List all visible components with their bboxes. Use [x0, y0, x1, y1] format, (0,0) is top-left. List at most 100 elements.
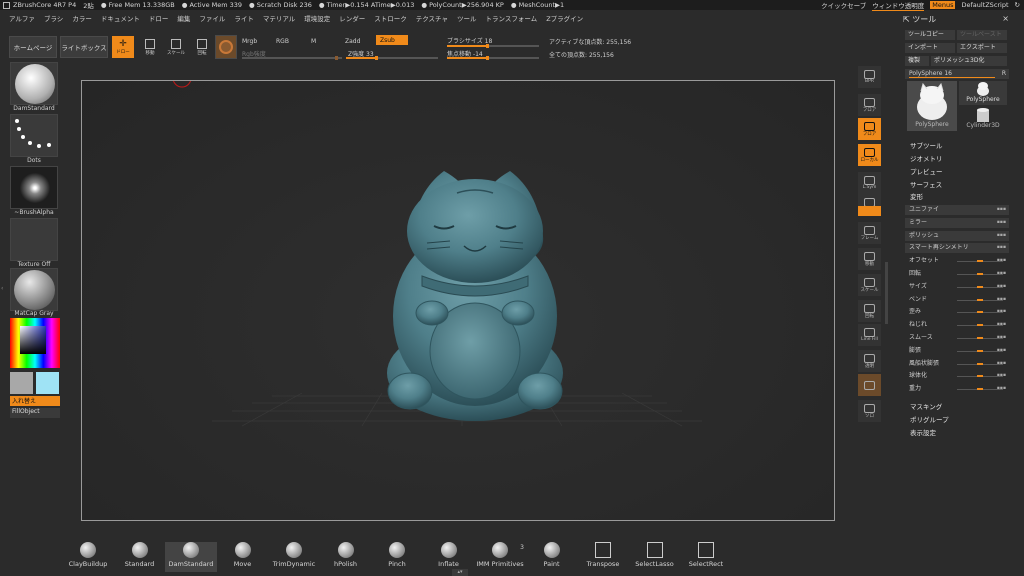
- deform-row[interactable]: スマート再シンメトリ ▪▪▪: [905, 243, 1009, 254]
- xyz-axis-toggle-icon[interactable]: ▪▪▪: [997, 282, 1006, 292]
- xyz-axis-toggle-icon[interactable]: ▪▪▪: [997, 333, 1006, 343]
- subtool-section[interactable]: サブツール: [910, 140, 943, 150]
- secondary-color-swatch[interactable]: [36, 372, 59, 394]
- color-square[interactable]: [20, 326, 46, 354]
- xyz-axis-toggle-icon[interactable]: ▪▪▪: [997, 346, 1006, 356]
- rightshelf-move-button[interactable]: 移動: [858, 248, 881, 270]
- deform-row[interactable]: 回転 ▪▪▪: [905, 269, 1009, 279]
- xyz-axis-toggle-icon[interactable]: ▪▪▪: [997, 307, 1006, 317]
- menu-zplugin[interactable]: Zプラグイン: [546, 13, 583, 23]
- rgb-toggle[interactable]: RGB: [276, 38, 289, 45]
- menu-material[interactable]: マテリアル: [263, 13, 295, 23]
- rightshelf-scale-button[interactable]: スケール: [858, 274, 881, 296]
- brush-damstandard[interactable]: DamStandard: [165, 542, 217, 572]
- rgb-intensity-slider[interactable]: [242, 56, 342, 60]
- current-tool-slider[interactable]: PolySphere 16 R: [905, 69, 1009, 79]
- close-icon[interactable]: ×: [1002, 14, 1009, 23]
- deform-row[interactable]: 重力 ▪▪▪: [905, 384, 1009, 394]
- brush-selector[interactable]: [10, 62, 58, 105]
- menu-transform[interactable]: トランスフォーム: [486, 13, 538, 23]
- brush-transpose[interactable]: Transpose: [577, 542, 629, 572]
- deform-section[interactable]: 変形: [910, 191, 923, 201]
- brush-selectlasso[interactable]: SelectLasso: [629, 542, 681, 572]
- deform-row[interactable]: 風船状膨張 ▪▪▪: [905, 359, 1009, 369]
- home-page-button[interactable]: ホームページ: [9, 36, 57, 58]
- window-transparency-button[interactable]: ウィンドウ透明度: [872, 0, 925, 11]
- xyz-axis-toggle-icon[interactable]: ▪▪▪: [997, 371, 1006, 381]
- deform-row[interactable]: 球体化 ▪▪▪: [905, 371, 1009, 381]
- left-tray-toggle-icon[interactable]: ‹: [1, 285, 5, 295]
- texture-selector[interactable]: [10, 218, 58, 261]
- material-preview-button[interactable]: [215, 35, 237, 59]
- xyz-axis-toggle-icon[interactable]: ▪▪▪: [997, 243, 1006, 253]
- default-zscript-button[interactable]: DefaultZScript: [961, 1, 1008, 9]
- rightshelf-bpr-render[interactable]: BPR: [858, 66, 881, 88]
- menu-stroke[interactable]: ストローク: [374, 13, 407, 23]
- menu-preferences[interactable]: 環境設定: [304, 13, 330, 23]
- xyz-axis-toggle-icon[interactable]: ▪▪▪: [997, 218, 1006, 228]
- menu-tool[interactable]: ツール: [457, 13, 477, 23]
- move-mode-button[interactable]: 移動: [140, 36, 160, 58]
- switch-color-button[interactable]: 入れ替え: [10, 396, 60, 406]
- brush-selectrect[interactable]: SelectRect: [680, 542, 732, 572]
- xyz-axis-toggle-icon[interactable]: ▪▪▪: [997, 205, 1006, 215]
- rightshelf-orange-small-toggle[interactable]: [858, 206, 881, 216]
- zsub-toggle[interactable]: Zsub: [376, 35, 408, 45]
- xyz-axis-toggle-icon[interactable]: ▪▪▪: [997, 269, 1006, 279]
- deform-row[interactable]: ミラー ▪▪▪: [905, 217, 1009, 228]
- menu-brush[interactable]: ブラシ: [44, 13, 63, 23]
- masking-section[interactable]: マスキング: [910, 401, 942, 411]
- stroke-selector[interactable]: [10, 114, 58, 157]
- rightshelf-solo-toggle[interactable]: ソロ: [858, 400, 881, 422]
- menu-alpha[interactable]: アルファ: [9, 13, 35, 23]
- tool-thumbnail-main[interactable]: PolySphere: [907, 81, 957, 131]
- document-canvas[interactable]: [81, 80, 835, 521]
- m-toggle[interactable]: M: [311, 38, 316, 45]
- brush-trimdynamic[interactable]: TrimDynamic: [268, 542, 320, 572]
- brush-inflate[interactable]: Inflate: [423, 542, 475, 572]
- mrgb-toggle[interactable]: Mrgb: [242, 38, 257, 45]
- rightshelf-local-toggle[interactable]: ローカル: [858, 144, 881, 166]
- xyz-axis-toggle-icon[interactable]: ▪▪▪: [997, 256, 1006, 266]
- xyz-axis-toggle-icon[interactable]: ▪▪▪: [997, 384, 1006, 394]
- deform-row[interactable]: ユニファイ ▪▪▪: [905, 205, 1009, 215]
- tool-copy-button[interactable]: ツールコピー: [905, 30, 955, 40]
- deform-row[interactable]: サイズ ▪▪▪: [905, 282, 1009, 292]
- export-button[interactable]: エクスポート: [957, 43, 1007, 53]
- menu-render[interactable]: レンダー: [339, 13, 365, 23]
- rightshelf-local-symmetry[interactable]: L.Sym: [858, 172, 881, 194]
- brush-claybuildup[interactable]: ClayBuildup: [62, 542, 114, 572]
- polygroups-section[interactable]: ポリグループ: [910, 414, 949, 424]
- brush-pinch[interactable]: Pinch: [371, 542, 423, 572]
- quicksave-button[interactable]: クイックセーブ: [821, 0, 866, 10]
- xyz-axis-toggle-icon[interactable]: ▪▪▪: [997, 295, 1006, 305]
- brush-standard[interactable]: Standard: [114, 542, 166, 572]
- draw-mode-button[interactable]: ✛ ドロー: [112, 36, 134, 58]
- rotate-mode-button[interactable]: 回転: [192, 36, 212, 58]
- xyz-axis-toggle-icon[interactable]: ▪▪▪: [997, 359, 1006, 369]
- xyz-axis-toggle-icon[interactable]: ▪▪▪: [997, 231, 1006, 241]
- menu-light[interactable]: ライト: [234, 13, 254, 23]
- deform-row[interactable]: 膨張 ▪▪▪: [905, 346, 1009, 356]
- brush-hpolish[interactable]: hPolish: [320, 542, 372, 572]
- color-picker[interactable]: [10, 318, 60, 368]
- menu-draw[interactable]: ドロー: [149, 13, 169, 23]
- scale-mode-button[interactable]: スケール: [166, 36, 186, 58]
- main-color-swatch[interactable]: [10, 372, 33, 394]
- brush-imm-primitives[interactable]: IMM Primitives 3: [474, 542, 526, 572]
- brush-size-slider[interactable]: [447, 44, 539, 48]
- import-button[interactable]: インポート: [905, 43, 955, 53]
- fill-object-button[interactable]: FillObject: [10, 408, 60, 418]
- menu-texture[interactable]: テクスチャ: [416, 13, 448, 23]
- bottom-tray-toggle-icon[interactable]: ▴▾: [452, 569, 468, 576]
- alpha-selector[interactable]: [10, 166, 58, 209]
- z-intensity-slider[interactable]: [346, 56, 438, 60]
- focal-shift-slider[interactable]: [447, 56, 539, 60]
- display-properties-section[interactable]: 表示設定: [910, 427, 936, 437]
- menu-color[interactable]: カラー: [72, 13, 92, 23]
- deform-row[interactable]: 歪み ▪▪▪: [905, 307, 1009, 317]
- menu-document[interactable]: ドキュメント: [101, 13, 140, 23]
- right-tray-scroll-icon[interactable]: [885, 262, 888, 324]
- rightshelf-transparency-toggle[interactable]: 透明: [858, 350, 881, 372]
- menus-toggle[interactable]: Menus: [930, 1, 956, 9]
